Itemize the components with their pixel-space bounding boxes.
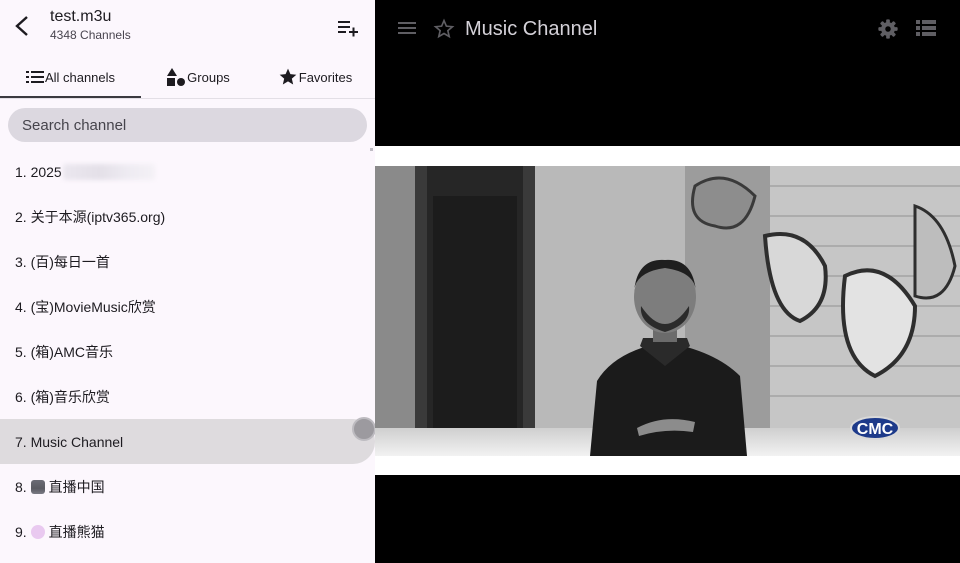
video-camera-icon bbox=[30, 479, 45, 494]
channel-sidebar: test.m3u 4348 Channels All channels Grou… bbox=[0, 0, 375, 563]
tab-all-channels[interactable]: All channels bbox=[0, 56, 141, 98]
tab-all-channels-label: All channels bbox=[44, 69, 116, 85]
channel-label: 2. 关于本源(iptv365.org) bbox=[15, 208, 166, 225]
channel-label: 4. (宝)MovieMusic欣赏 bbox=[15, 298, 156, 315]
tab-groups-label: Groups bbox=[187, 69, 230, 85]
channel-label: 1. 2025 bbox=[15, 163, 62, 180]
video-player[interactable]: CMC bbox=[375, 166, 960, 456]
channel-number: 9. bbox=[15, 523, 27, 540]
scrollbar-thumb[interactable] bbox=[352, 417, 375, 441]
channel-label: 6. (箱)音乐欣赏 bbox=[15, 388, 110, 405]
menu-icon bbox=[398, 22, 416, 34]
channel-watermark: CMC bbox=[857, 421, 894, 438]
playlist-add-icon bbox=[338, 21, 358, 37]
list-view-icon bbox=[916, 20, 936, 36]
sidebar-header: test.m3u 4348 Channels bbox=[0, 0, 375, 56]
channel-label: 7. Music Channel bbox=[15, 433, 124, 450]
redacted-text bbox=[62, 163, 155, 180]
channel-label: 3. (百)每日一首 bbox=[15, 253, 110, 270]
channel-number: 8. bbox=[15, 478, 27, 495]
tab-groups[interactable]: Groups bbox=[141, 56, 255, 98]
active-tab-indicator bbox=[0, 96, 141, 98]
menu-button[interactable] bbox=[397, 20, 421, 40]
list-item[interactable]: 2. 关于本源(iptv365.org) bbox=[0, 194, 375, 239]
list-item-selected[interactable]: 7. Music Channel bbox=[0, 419, 375, 464]
settings-button[interactable] bbox=[877, 18, 901, 42]
list-item[interactable]: 4. (宝)MovieMusic欣赏 bbox=[0, 284, 375, 329]
list-item[interactable]: 3. (百)每日一首 bbox=[0, 239, 375, 284]
player-header: Music Channel bbox=[375, 0, 960, 60]
star-outline-icon bbox=[433, 18, 455, 39]
category-shapes-icon bbox=[166, 67, 186, 87]
channel-tabs: All channels Groups Favorites bbox=[0, 56, 375, 99]
channel-label: 直播熊猫 bbox=[48, 523, 105, 540]
arrow-back-icon bbox=[15, 16, 28, 36]
list-item[interactable]: 9. 直播熊猫 bbox=[0, 509, 375, 554]
star-filled-icon bbox=[278, 67, 298, 87]
panda-icon bbox=[30, 524, 45, 539]
back-button[interactable] bbox=[8, 12, 36, 40]
player-title: Music Channel bbox=[465, 18, 598, 40]
list-item[interactable]: 8. 直播中国 bbox=[0, 464, 375, 509]
channel-label: 5. (箱)AMC音乐 bbox=[15, 343, 113, 360]
add-playlist-button[interactable] bbox=[334, 14, 362, 42]
gear-icon bbox=[878, 19, 898, 39]
tab-favorites-label: Favorites bbox=[298, 69, 353, 85]
list-view-button[interactable] bbox=[915, 18, 939, 42]
playlist-title: test.m3u bbox=[50, 8, 112, 25]
tab-favorites[interactable]: Favorites bbox=[255, 56, 375, 98]
search-input[interactable] bbox=[8, 108, 367, 142]
channel-count: 4348 Channels bbox=[50, 28, 131, 42]
video-frame-image: CMC bbox=[375, 166, 960, 456]
list-item[interactable]: 1. 2025 bbox=[0, 149, 375, 194]
list-item[interactable]: 6. (箱)音乐欣赏 bbox=[0, 374, 375, 419]
list-icon bbox=[25, 70, 44, 84]
favorite-button[interactable] bbox=[433, 18, 457, 42]
channel-label: 直播中国 bbox=[48, 478, 105, 495]
list-item[interactable]: 5. (箱)AMC音乐 bbox=[0, 329, 375, 374]
